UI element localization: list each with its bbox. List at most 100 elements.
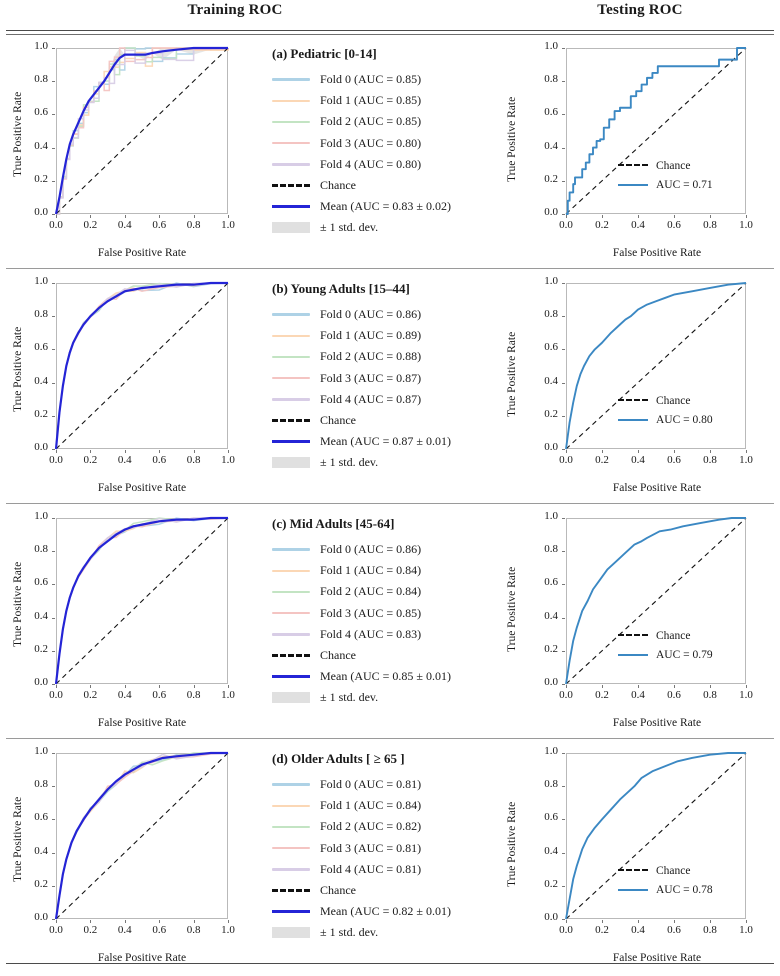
y-tick-mark bbox=[52, 180, 55, 182]
y-tick-mark bbox=[562, 180, 565, 182]
x-tick-label: 0.6 bbox=[667, 689, 681, 701]
y-tick-mark bbox=[562, 753, 565, 754]
chance-dashed-swatch bbox=[618, 160, 648, 172]
y-tick-label: 0.2 bbox=[544, 407, 558, 420]
y-tick-mark bbox=[52, 114, 55, 116]
legend-item-std-band: ± 1 std. dev. bbox=[272, 452, 498, 473]
x-tick-label: 0.4 bbox=[631, 689, 645, 701]
legend-item-fold-3: Fold 3 (AUC = 0.85) bbox=[272, 603, 498, 624]
y-tick-mark bbox=[52, 684, 55, 685]
legend-item-fold-2: Fold 2 (AUC = 0.85) bbox=[272, 111, 498, 132]
y-tick-mark bbox=[562, 81, 565, 83]
legend-label-fold-3: Fold 3 (AUC = 0.85) bbox=[320, 605, 422, 620]
x-tick-label: 0.0 bbox=[559, 924, 573, 936]
training-plot-c: True Positive Rate False Positive Rate 0.0… bbox=[8, 510, 266, 740]
y-tick-label: 0.6 bbox=[34, 341, 48, 354]
legend-label-std-band: ± 1 std. dev. bbox=[320, 455, 379, 470]
x-tick-mark bbox=[56, 920, 57, 923]
legend-item-std-band: ± 1 std. dev. bbox=[272, 687, 498, 708]
x-tick-label: 0.0 bbox=[49, 924, 63, 936]
testing-curve-swatch bbox=[618, 414, 648, 426]
x-tick-mark bbox=[638, 215, 639, 218]
fold-3-color-swatch bbox=[272, 607, 310, 620]
legend-item-chance: Chance bbox=[272, 880, 498, 901]
y-tick-label: 0.2 bbox=[34, 172, 48, 185]
std-band-swatch bbox=[272, 691, 310, 704]
y-tick-label: 0.0 bbox=[34, 676, 48, 688]
x-tick-label: 0.8 bbox=[703, 219, 717, 231]
y-tick-label: 0.4 bbox=[34, 609, 48, 622]
x-tick-label: 0.6 bbox=[667, 924, 681, 936]
chance-dashed-swatch bbox=[618, 630, 648, 642]
legend-d: (d) Older Adults [ ≥ 65 ] Fold 0 (AUC = 0… bbox=[272, 747, 498, 969]
y-tick-mark bbox=[562, 786, 565, 788]
x-tick-mark bbox=[193, 685, 195, 688]
fold-1-color-swatch bbox=[272, 799, 310, 812]
mean-color-swatch bbox=[272, 200, 310, 213]
y-tick-mark bbox=[52, 584, 55, 586]
x-tick-label: 1.0 bbox=[221, 454, 235, 466]
training-roc-header: Training ROC bbox=[187, 2, 283, 18]
legend-label-chance: Chance bbox=[320, 883, 356, 898]
x-tick-label: 0.0 bbox=[49, 219, 63, 231]
panel-title-b: (b) Young Adults [15–44] bbox=[272, 281, 410, 296]
testing-plot-a: True Positive Rate False Positive Rate 0.0… bbox=[500, 40, 772, 270]
fold-1-color-swatch bbox=[272, 94, 310, 107]
fold-0-color-swatch bbox=[272, 73, 310, 86]
legend-label-mean: Mean (AUC = 0.82 ± 0.01) bbox=[320, 904, 452, 919]
roc-figure: Training ROC Testing ROC True Positive R… bbox=[0, 0, 780, 971]
legend-label-mean: Mean (AUC = 0.85 ± 0.01) bbox=[320, 669, 452, 684]
y-tick-label: 0.8 bbox=[544, 308, 558, 321]
legend-label-std-band: ± 1 std. dev. bbox=[320, 690, 379, 705]
y-tick-label: 0.4 bbox=[544, 609, 558, 622]
testing-legend-chance: Chance bbox=[618, 861, 713, 880]
legend-item-chance: Chance bbox=[272, 410, 498, 431]
x-tick-mark bbox=[602, 215, 603, 218]
testing-legend-chance: Chance bbox=[618, 156, 713, 175]
fold-4-color-swatch bbox=[272, 628, 310, 641]
y-tick-label: 0.0 bbox=[34, 441, 48, 453]
legend-label-fold-3: Fold 3 (AUC = 0.80) bbox=[320, 135, 422, 150]
y-tick-label: 0.4 bbox=[544, 844, 558, 857]
legend-item-fold-1: Fold 1 (AUC = 0.84) bbox=[272, 795, 498, 816]
y-tick-label: 0.8 bbox=[544, 778, 558, 791]
testing-y-axis-label: True Positive Rate bbox=[506, 801, 518, 887]
row-separator-2 bbox=[6, 503, 774, 504]
y-tick-mark bbox=[52, 819, 55, 821]
std-band-swatch bbox=[272, 221, 310, 234]
x-tick-label: 1.0 bbox=[221, 219, 235, 231]
legend-label-std-band: ± 1 std. dev. bbox=[320, 220, 379, 235]
legend-item-chance: Chance bbox=[272, 645, 498, 666]
panel-row-b: True Positive Rate False Positive Rate 0.0… bbox=[0, 271, 780, 506]
x-tick-mark bbox=[159, 450, 161, 453]
testing-curve-swatch bbox=[618, 649, 648, 661]
y-tick-mark bbox=[52, 617, 55, 619]
legend-label-mean: Mean (AUC = 0.83 ± 0.02) bbox=[320, 199, 452, 214]
x-tick-label: 0.4 bbox=[631, 924, 645, 936]
y-tick-mark bbox=[562, 349, 565, 351]
y-tick-mark bbox=[562, 852, 565, 854]
x-tick-label: 0.2 bbox=[83, 454, 98, 466]
y-tick-label: 0.4 bbox=[34, 139, 48, 152]
legend-label-fold-1: Fold 1 (AUC = 0.89) bbox=[320, 328, 422, 343]
testing-legend-b: Chance AUC = 0.80 bbox=[618, 391, 713, 429]
legend-label-fold-0: Fold 0 (AUC = 0.86) bbox=[320, 307, 422, 322]
training-curves bbox=[54, 281, 229, 450]
testing-legend-auc: AUC = 0.79 bbox=[618, 645, 713, 664]
fold-3-color-swatch bbox=[272, 137, 310, 150]
x-tick-label: 0.4 bbox=[117, 219, 132, 231]
y-tick-label: 0.2 bbox=[544, 172, 558, 185]
x-tick-mark bbox=[193, 920, 195, 923]
mean-color-swatch bbox=[272, 435, 310, 448]
testing-legend-d: Chance AUC = 0.78 bbox=[618, 861, 713, 899]
row-separator-1 bbox=[6, 268, 774, 269]
training-plot-d: True Positive Rate False Positive Rate 0.0… bbox=[8, 745, 266, 975]
legend-item-fold-0: Fold 0 (AUC = 0.86) bbox=[272, 304, 498, 325]
y-tick-mark bbox=[52, 283, 55, 284]
legend-item-fold-1: Fold 1 (AUC = 0.84) bbox=[272, 560, 498, 581]
x-tick-mark bbox=[124, 920, 126, 923]
x-tick-mark bbox=[90, 685, 92, 688]
figure-header: Training ROC Testing ROC bbox=[0, 0, 780, 30]
x-tick-mark bbox=[674, 450, 675, 453]
panel-row-c: True Positive Rate False Positive Rate 0.0… bbox=[0, 506, 780, 741]
